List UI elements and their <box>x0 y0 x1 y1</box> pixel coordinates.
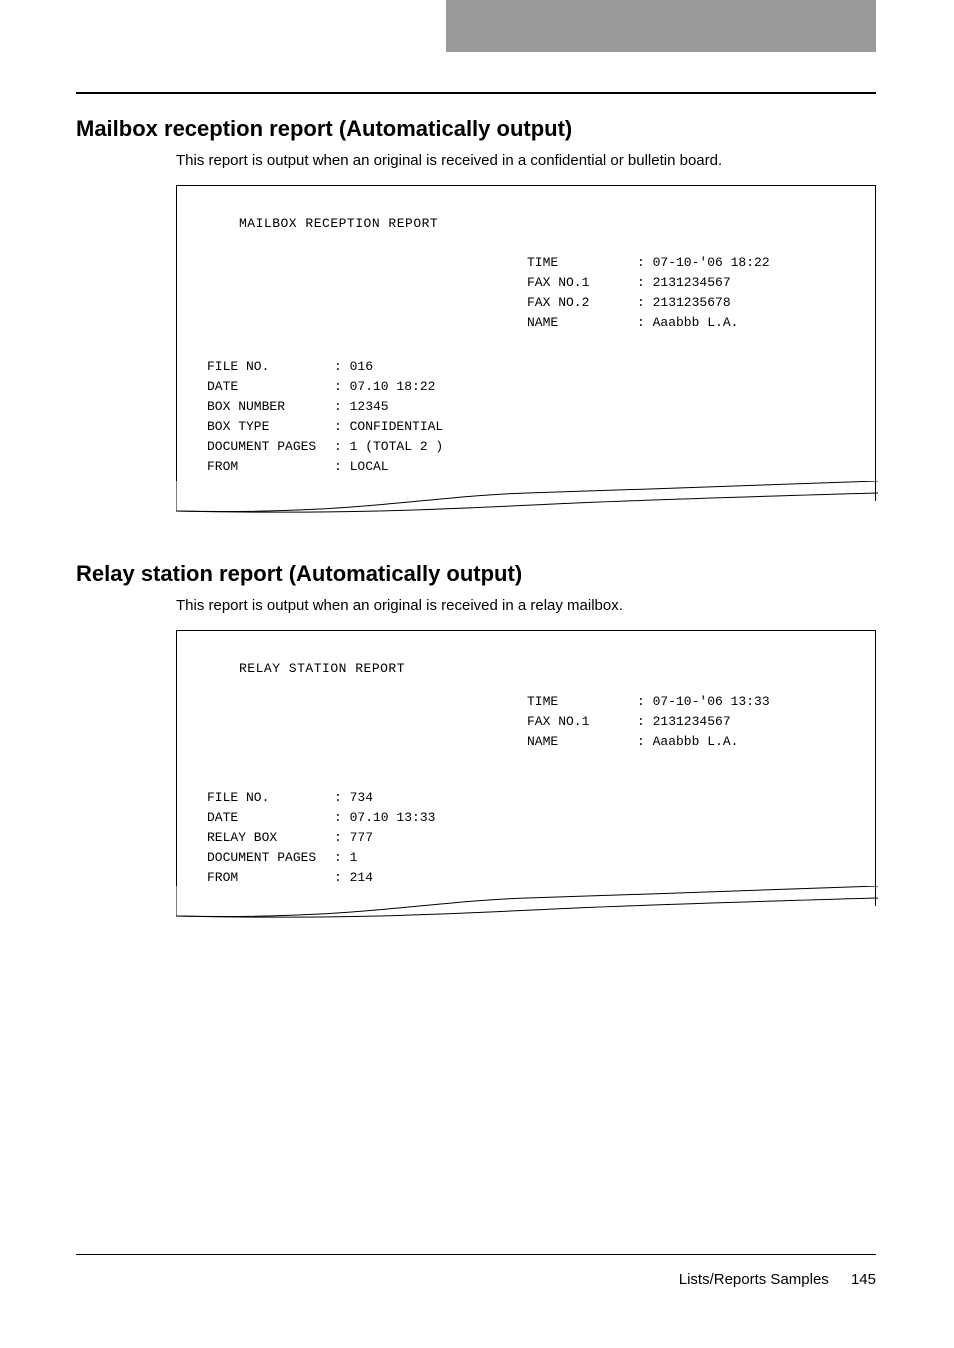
header-value: : Aaabbb L.A. <box>637 732 738 752</box>
detail-label: BOX NUMBER <box>207 397 334 417</box>
page-footer: Lists/Reports Samples 145 <box>76 1254 876 1288</box>
header-value: : 2131234567 <box>637 712 731 732</box>
detail-row: DATE : 07.10 13:33 <box>207 808 875 828</box>
header-label: NAME <box>527 732 637 752</box>
top-rule <box>76 92 876 94</box>
header-label: NAME <box>527 313 637 333</box>
footer-breadcrumb: Lists/Reports Samples <box>679 1271 829 1288</box>
detail-value: : 12345 <box>334 397 389 417</box>
detail-row: FROM : 214 <box>207 868 875 888</box>
footer-page-number: 145 <box>851 1271 876 1288</box>
section1-header-block: TIME : 07-10-'06 18:22 FAX NO.1 : 213123… <box>527 253 875 333</box>
detail-value: : 1 <box>334 848 357 868</box>
detail-label: FILE NO. <box>207 357 334 377</box>
section2-header-block: TIME : 07-10-'06 13:33 FAX NO.1 : 213123… <box>527 692 875 752</box>
header-value: : 07-10-'06 18:22 <box>637 253 770 273</box>
header-value: : 2131235678 <box>637 293 731 313</box>
section1-report-title: MAILBOX RECEPTION REPORT <box>239 216 875 231</box>
header-label: FAX NO.1 <box>527 273 637 293</box>
section1-detail-block: FILE NO. : 016 DATE : 07.10 18:22 BOX NU… <box>207 357 875 483</box>
detail-value: : 1 (TOTAL 2 ) <box>334 437 443 457</box>
detail-label: FILE NO. <box>207 788 334 808</box>
section1-heading: Mailbox reception report (Automatically … <box>76 116 876 142</box>
detail-row: DOCUMENT PAGES : 1 <box>207 848 875 868</box>
header-value: : Aaabbb L.A. <box>637 313 738 333</box>
detail-value: : 07.10 13:33 <box>334 808 435 828</box>
section2-detail-block: FILE NO. : 734 DATE : 07.10 13:33 RELAY … <box>207 788 875 888</box>
header-label: TIME <box>527 692 637 712</box>
detail-label: DATE <box>207 377 334 397</box>
torn-edge-icon <box>176 886 878 920</box>
detail-label: FROM <box>207 868 334 888</box>
detail-row: FILE NO. : 016 <box>207 357 875 377</box>
section2-report-frame: RELAY STATION REPORT TIME : 07-10-'06 13… <box>176 630 876 906</box>
detail-label: RELAY BOX <box>207 828 334 848</box>
detail-value: : 07.10 18:22 <box>334 377 435 397</box>
header-row: TIME : 07-10-'06 13:33 <box>527 692 875 712</box>
header-row: NAME : Aaabbb L.A. <box>527 732 875 752</box>
detail-value: : 214 <box>334 868 373 888</box>
page-body: Mailbox reception report (Automatically … <box>76 92 876 906</box>
header-row: FAX NO.1 : 2131234567 <box>527 273 875 293</box>
detail-label: DATE <box>207 808 334 828</box>
detail-row: FILE NO. : 734 <box>207 788 875 808</box>
detail-label: FROM <box>207 457 334 477</box>
detail-value: : 016 <box>334 357 373 377</box>
header-row: TIME : 07-10-'06 18:22 <box>527 253 875 273</box>
section2-report-title: RELAY STATION REPORT <box>239 661 875 676</box>
header-row: FAX NO.1 : 2131234567 <box>527 712 875 732</box>
header-value: : 2131234567 <box>637 273 731 293</box>
section1-report-frame: MAILBOX RECEPTION REPORT TIME : 07-10-'0… <box>176 185 876 501</box>
detail-value: : LOCAL <box>334 457 389 477</box>
header-row: FAX NO.2 : 2131235678 <box>527 293 875 313</box>
detail-row: FROM : LOCAL <box>207 457 875 477</box>
header-label: TIME <box>527 253 637 273</box>
section2-heading: Relay station report (Automatically outp… <box>76 561 876 587</box>
detail-row: DOCUMENT PAGES : 1 (TOTAL 2 ) <box>207 437 875 457</box>
detail-value: : 734 <box>334 788 373 808</box>
detail-value: : 777 <box>334 828 373 848</box>
detail-row: BOX TYPE : CONFIDENTIAL <box>207 417 875 437</box>
header-value: : 07-10-'06 13:33 <box>637 692 770 712</box>
header-label: FAX NO.1 <box>527 712 637 732</box>
header-row: NAME : Aaabbb L.A. <box>527 313 875 333</box>
header-label: FAX NO.2 <box>527 293 637 313</box>
detail-row: RELAY BOX : 777 <box>207 828 875 848</box>
header-tab-block <box>446 0 876 52</box>
detail-value: : CONFIDENTIAL <box>334 417 443 437</box>
detail-label: DOCUMENT PAGES <box>207 848 334 868</box>
detail-row: BOX NUMBER : 12345 <box>207 397 875 417</box>
detail-row: DATE : 07.10 18:22 <box>207 377 875 397</box>
detail-label: DOCUMENT PAGES <box>207 437 334 457</box>
section2-desc: This report is output when an original i… <box>176 597 876 614</box>
section1-desc: This report is output when an original i… <box>176 152 876 169</box>
detail-label: BOX TYPE <box>207 417 334 437</box>
